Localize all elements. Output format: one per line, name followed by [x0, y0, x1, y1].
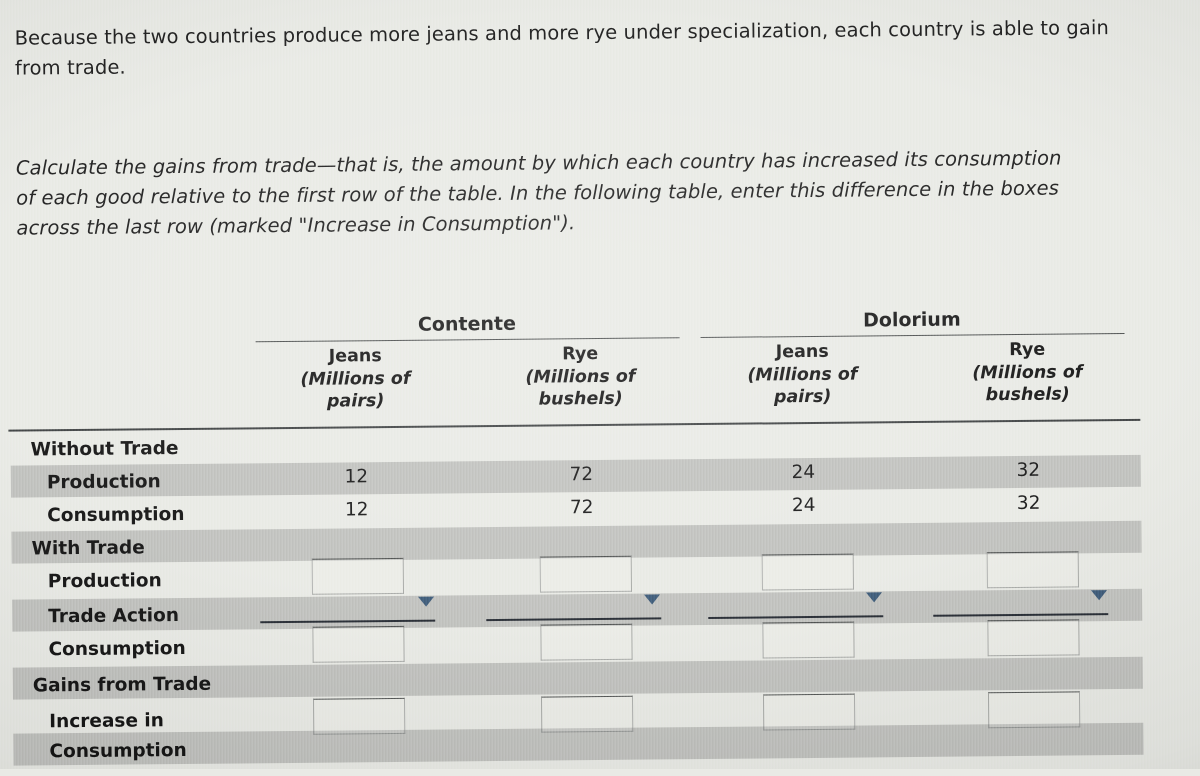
country-group-header-contente: Contente: [417, 312, 517, 336]
column-unit-line1: (Millions of: [300, 368, 411, 390]
column-good-name: Jeans: [775, 341, 829, 363]
column-unit-line1: (Millions of: [747, 364, 858, 386]
cell-consumption-dolorium-jeans: 24: [791, 494, 816, 517]
chevron-down-icon[interactable]: [644, 594, 661, 605]
column-unit-line1: (Millions of: [972, 361, 1083, 383]
country-group-rule-dolorium: [700, 332, 1125, 339]
input-increase-contente-jeans[interactable]: [313, 697, 406, 735]
cell-production-contente-jeans: 12: [344, 466, 369, 488]
column-header-contente-jeans: Jeans (Millions of pairs): [258, 344, 454, 413]
intro-paragraph: Because the two countries produce more j…: [14, 16, 1109, 80]
row-label-with-trade: With Trade: [31, 537, 145, 560]
row-label-production-with-trade: Production: [47, 570, 162, 593]
select-trade-action-contente-jeans[interactable]: [260, 593, 436, 624]
column-unit-line2: bushels): [985, 384, 1070, 406]
cell-production-contente-rye: 72: [569, 464, 594, 486]
column-unit-line2: pairs): [773, 386, 832, 408]
column-header-dolorium-rye: Rye (Millions of bushels): [930, 338, 1126, 407]
cell-consumption-dolorium-rye: 32: [1016, 492, 1041, 515]
column-good-name: Jeans: [328, 346, 382, 367]
cell-production-dolorium-jeans: 24: [791, 461, 816, 484]
country-group-header-dolorium: Dolorium: [862, 308, 961, 332]
row-label-without-trade: Without Trade: [30, 438, 179, 461]
row-label-consumption-without-trade: Consumption: [47, 503, 185, 527]
trade-table: Contente Dolorium Jeans (Millions of pai…: [0, 295, 1164, 776]
row-label-increase-in-consumption: Increase in Consumption: [49, 710, 187, 763]
column-good-name: Rye: [1009, 339, 1046, 361]
select-trade-action-dolorium-rye[interactable]: [932, 587, 1109, 617]
chevron-down-icon[interactable]: [418, 596, 435, 607]
input-consumption-contente-rye[interactable]: [540, 623, 633, 661]
select-trade-action-contente-rye[interactable]: [485, 591, 662, 622]
instruction-paragraph: Calculate the gains from trade—that is, …: [15, 146, 1062, 240]
row-label-trade-action: Trade Action: [48, 605, 180, 628]
column-header-contente-rye: Rye (Millions of bushels): [483, 342, 679, 411]
input-consumption-dolorium-jeans[interactable]: [762, 621, 855, 659]
cell-consumption-contente-rye: 72: [569, 497, 594, 519]
input-increase-contente-rye[interactable]: [540, 695, 634, 733]
chevron-down-icon[interactable]: [1090, 590, 1108, 601]
input-production-dolorium-rye[interactable]: [986, 551, 1079, 589]
input-production-contente-rye[interactable]: [539, 555, 632, 593]
row-label-production-without-trade: Production: [46, 471, 161, 494]
row-label-gains-from-trade: Gains from Trade: [32, 673, 212, 697]
cell-consumption-contente-jeans: 12: [344, 499, 369, 521]
row-label-consumption-with-trade: Consumption: [48, 637, 186, 661]
column-unit-line1: (Millions of: [525, 366, 636, 388]
cell-production-dolorium-rye: 32: [1016, 459, 1041, 482]
input-increase-dolorium-jeans[interactable]: [762, 693, 856, 731]
input-consumption-dolorium-rye[interactable]: [987, 619, 1080, 657]
input-production-dolorium-jeans[interactable]: [761, 553, 854, 591]
input-increase-dolorium-rye[interactable]: [987, 691, 1081, 729]
column-header-dolorium-jeans: Jeans (Millions of pairs): [705, 340, 901, 409]
worksheet-page: Because the two countries produce more j…: [0, 0, 1200, 775]
select-trade-action-dolorium-jeans[interactable]: [707, 589, 884, 619]
column-unit-line2: bushels): [538, 388, 623, 410]
table-header-rule: [8, 418, 1141, 432]
input-production-contente-jeans[interactable]: [311, 557, 405, 595]
column-good-name: Rye: [562, 344, 599, 365]
country-group-rule-contente: [255, 337, 680, 343]
input-consumption-contente-jeans[interactable]: [312, 625, 405, 663]
chevron-down-icon[interactable]: [866, 592, 883, 603]
column-unit-line2: pairs): [326, 391, 385, 412]
